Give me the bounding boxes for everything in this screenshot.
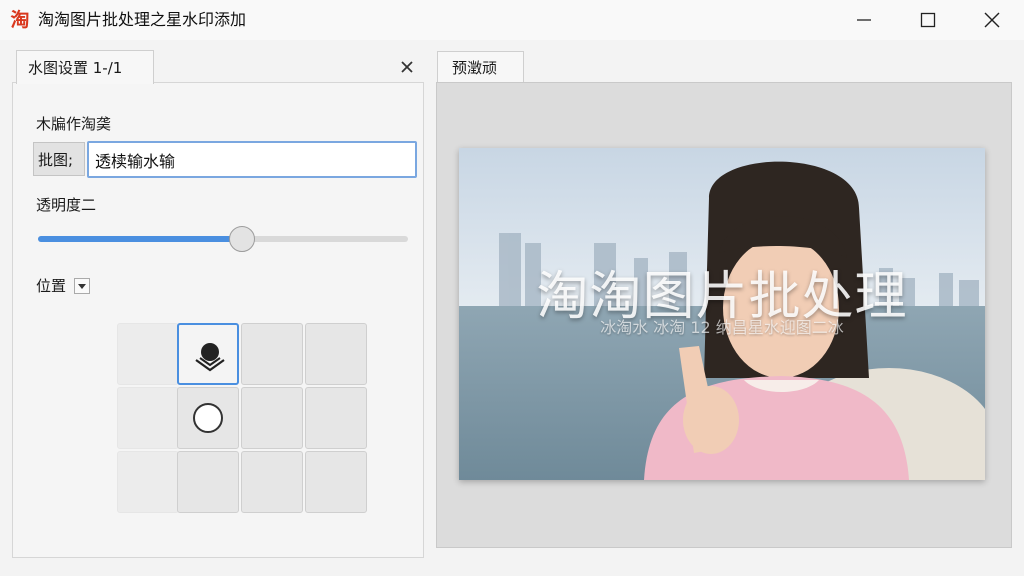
chevron-down-icon xyxy=(78,284,86,289)
preview-image: 淘淘图片批处理 冰淘水 冰淘 12 纳昌星水迎图⼆冰 xyxy=(459,148,985,480)
maximize-button[interactable] xyxy=(896,0,960,40)
close-icon xyxy=(984,12,1000,28)
window-title: 淘淘图片批处理之星水印添加 xyxy=(38,10,247,29)
minimize-button[interactable] xyxy=(832,0,896,40)
tab-label: 水图设置 1-/1 xyxy=(28,59,123,77)
slider-fill xyxy=(38,236,242,242)
slider-thumb[interactable] xyxy=(228,226,255,252)
tab-preview[interactable]: 预澂顽 xyxy=(437,51,524,83)
position-cell-middle-center[interactable] xyxy=(177,387,239,449)
watermark-type-button[interactable]: 批图; xyxy=(33,142,85,176)
watermark-preview-subtext: 冰淘水 冰淘 12 纳昌星水迎图⼆冰 xyxy=(600,318,844,337)
tab-watermark-settings[interactable]: 水图设置 1-/1 xyxy=(16,50,154,84)
position-cell-middle-right-inner[interactable] xyxy=(241,387,303,449)
panel-close-button[interactable] xyxy=(396,56,418,78)
position-cell-bottom-center[interactable] xyxy=(177,451,239,513)
close-button[interactable] xyxy=(960,0,1024,40)
position-cell-bottom-left[interactable] xyxy=(117,451,179,513)
watermark-type-label: 批图; xyxy=(38,151,74,169)
app-icon: 淘 xyxy=(10,9,30,31)
position-cell-top-right-inner[interactable] xyxy=(241,323,303,385)
radio-circle-icon xyxy=(193,403,223,433)
minimize-icon xyxy=(857,19,871,21)
position-cell-bottom-right-inner[interactable] xyxy=(241,451,303,513)
position-cell-top-right[interactable] xyxy=(305,323,367,385)
opacity-slider[interactable] xyxy=(38,226,408,254)
watermark-text-input[interactable] xyxy=(87,141,417,178)
position-label: 位置 xyxy=(36,277,67,295)
fill-drop-icon xyxy=(195,343,225,372)
position-cell-middle-right[interactable] xyxy=(305,387,367,449)
position-cell-middle-left[interactable] xyxy=(117,387,179,449)
position-cell-top-center[interactable] xyxy=(177,323,239,385)
opacity-label: 透明度⼆ xyxy=(36,196,97,214)
maximize-icon xyxy=(920,12,936,28)
position-dropdown[interactable] xyxy=(74,278,90,294)
watermark-content-label: 木牑作淘䶮 xyxy=(36,115,112,133)
tab-label: 预澂顽 xyxy=(452,59,498,77)
title-bar: 淘 淘淘图片批处理之星水印添加 xyxy=(0,0,1024,40)
position-cell-top-left[interactable] xyxy=(117,323,179,385)
position-cell-bottom-right[interactable] xyxy=(305,451,367,513)
close-icon xyxy=(401,61,413,73)
